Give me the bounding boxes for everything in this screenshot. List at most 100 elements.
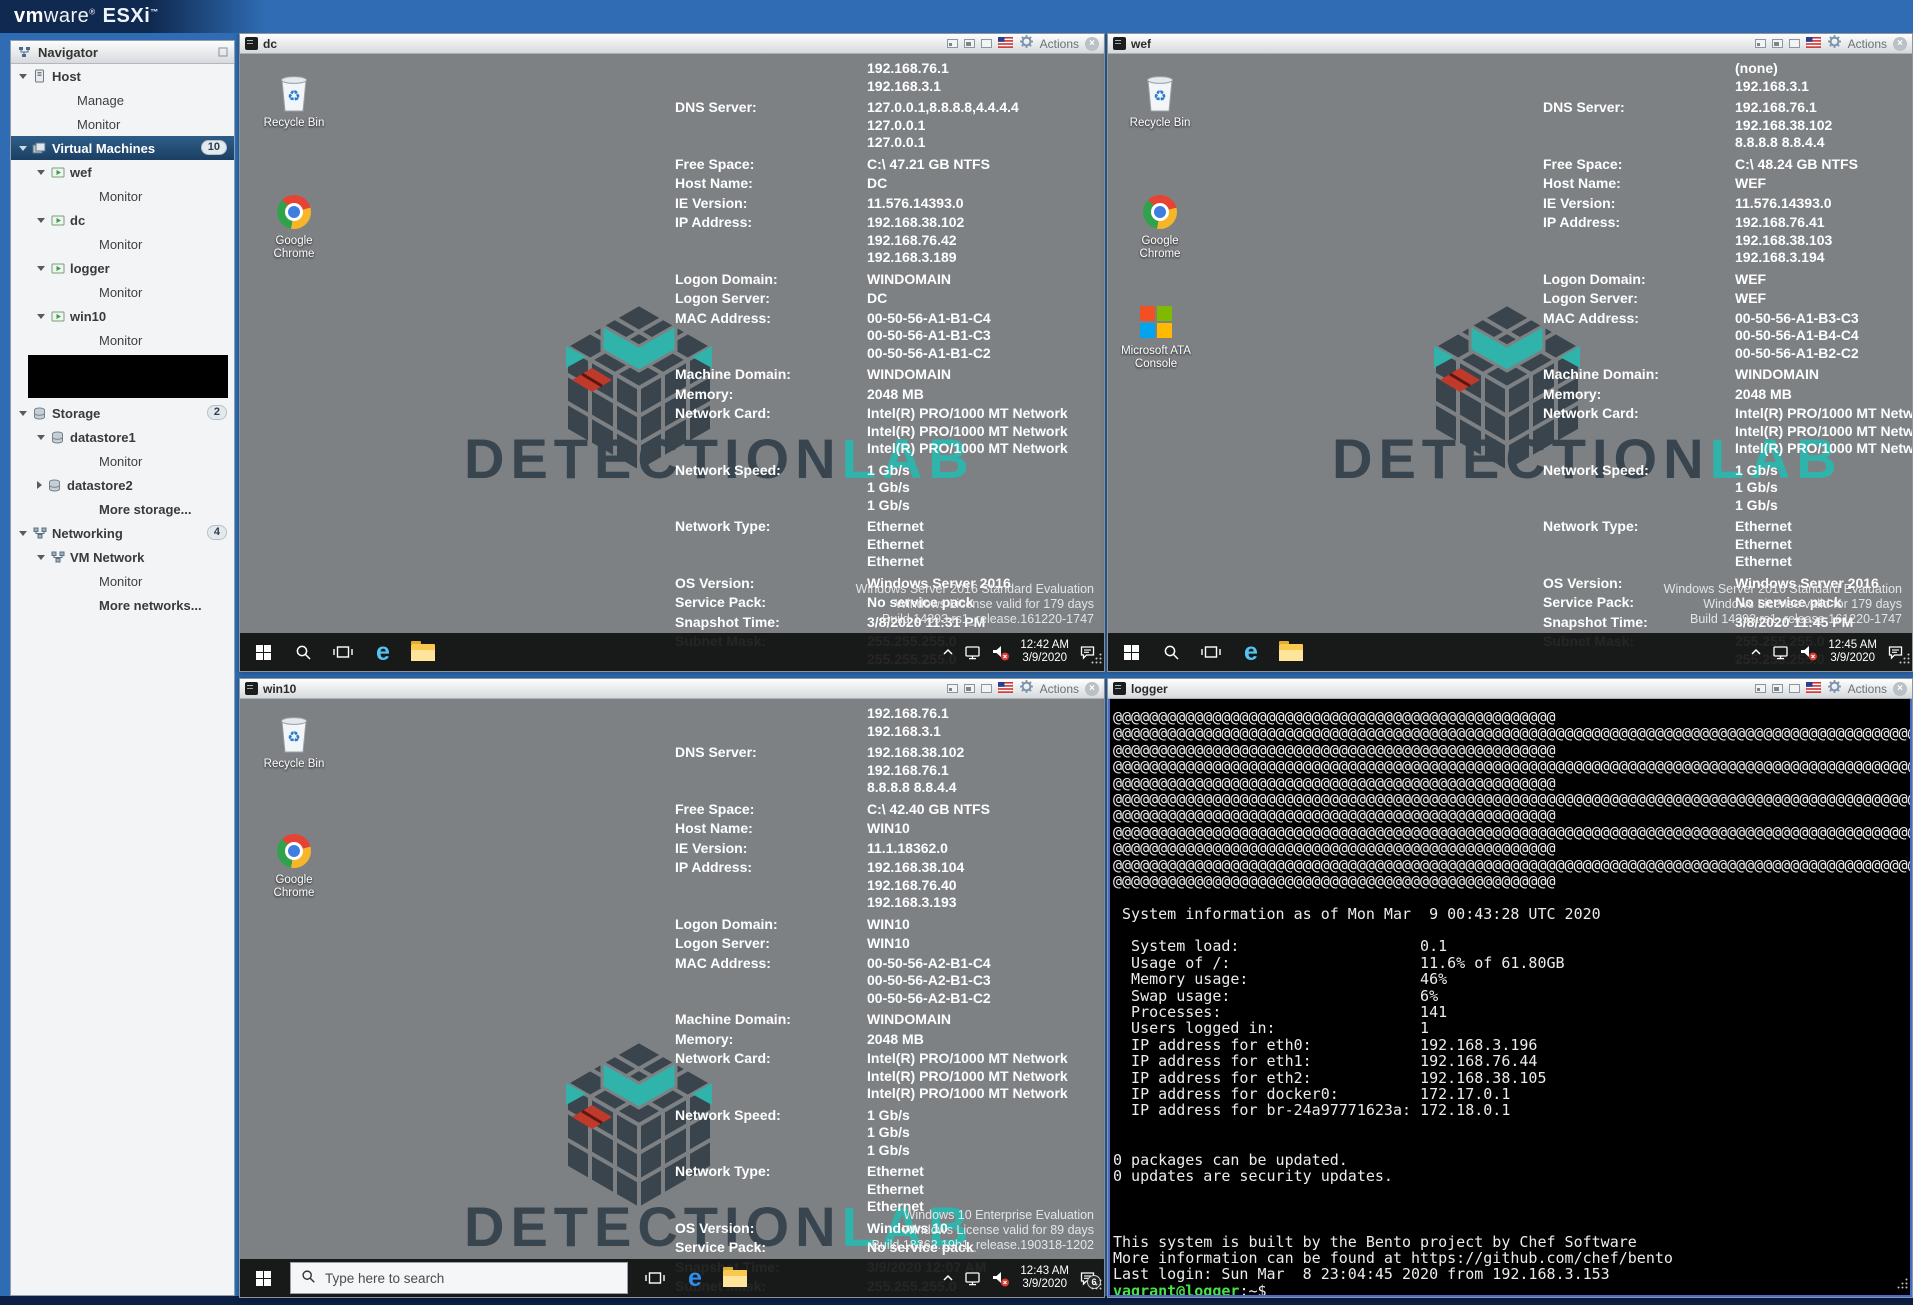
sidebar-item-monitor[interactable]: Monitor xyxy=(11,112,234,136)
browser-button[interactable]: e xyxy=(1238,633,1264,671)
vm-console-screen-dc[interactable]: DETECTIONLAB♻Recycle BinGoogle Chrome192… xyxy=(240,54,1104,671)
task-view-button[interactable] xyxy=(330,633,356,671)
tray-network-icon[interactable] xyxy=(1772,645,1789,660)
sidebar-item-more-networks[interactable]: More networks... xyxy=(11,593,234,617)
file-explorer-button[interactable] xyxy=(410,633,436,671)
collapse-panel-icon[interactable] xyxy=(218,45,228,60)
taskbar-clock[interactable]: 12:43 AM3/9/2020 xyxy=(1020,1265,1069,1291)
resize-grip[interactable] xyxy=(1899,651,1910,669)
window-titlebar-win10[interactable]: win10Actions× xyxy=(240,679,1104,699)
actions-menu-button[interactable]: Actions xyxy=(1848,37,1887,51)
window-titlebar-wef[interactable]: wefActions× xyxy=(1108,34,1912,54)
tray-network-icon[interactable] xyxy=(964,1271,981,1286)
console-size-s3-button[interactable] xyxy=(981,39,992,48)
desktop-icon-recycle-bin[interactable]: ♻Recycle Bin xyxy=(256,715,332,771)
tray-volume-muted-icon[interactable] xyxy=(991,1270,1010,1287)
chevron-down-icon[interactable] xyxy=(37,218,45,223)
tray-network-icon[interactable] xyxy=(964,645,981,660)
navigator-header[interactable]: Navigator xyxy=(11,41,234,64)
file-explorer-button[interactable] xyxy=(1278,633,1304,671)
desktop-icon-recycle-bin[interactable]: ♻Recycle Bin xyxy=(1122,74,1198,130)
sidebar-item-dc[interactable]: dc xyxy=(11,208,234,232)
console-size-s1-button[interactable] xyxy=(1755,39,1766,48)
console-size-s1-button[interactable] xyxy=(947,39,958,48)
tray-chevron-up-icon[interactable] xyxy=(942,1273,954,1283)
keyboard-layout-flag-icon[interactable] xyxy=(998,35,1013,53)
desktop-icon-google-chrome[interactable]: Google Chrome xyxy=(256,831,332,900)
console-size-s3-button[interactable] xyxy=(1789,39,1800,48)
close-icon[interactable]: × xyxy=(1085,37,1099,51)
console-size-s2-button[interactable] xyxy=(964,684,975,693)
console-size-s3-button[interactable] xyxy=(1789,684,1800,693)
keyboard-layout-flag-icon[interactable] xyxy=(998,680,1013,698)
chevron-down-icon[interactable] xyxy=(19,146,27,151)
taskbar-search-input[interactable]: Type here to search xyxy=(290,1262,628,1294)
sidebar-item-monitor[interactable]: Monitor xyxy=(11,280,234,304)
sidebar-item-host[interactable]: Host xyxy=(11,64,234,88)
tray-volume-muted-icon[interactable] xyxy=(1799,644,1818,661)
actions-menu-button[interactable]: Actions xyxy=(1040,682,1079,696)
file-explorer-button[interactable] xyxy=(722,1259,748,1297)
task-view-button[interactable] xyxy=(642,1259,668,1297)
window-titlebar-logger[interactable]: loggerActions× xyxy=(1108,679,1912,699)
gear-icon[interactable] xyxy=(1019,34,1034,54)
sidebar-item-monitor[interactable]: Monitor xyxy=(11,328,234,352)
logger-terminal-screen[interactable]: @@@@@@@@@@@@@@@@@@@@@@@@@@@@@@@@@@@@@@@@… xyxy=(1108,699,1912,1297)
desktop-icon-google-chrome[interactable]: Google Chrome xyxy=(1122,192,1198,261)
sidebar-item-networking[interactable]: Networking4 xyxy=(11,521,234,545)
resize-grip[interactable] xyxy=(1897,1275,1908,1293)
tray-volume-muted-icon[interactable] xyxy=(991,644,1010,661)
tray-chevron-up-icon[interactable] xyxy=(1750,647,1762,657)
gear-icon[interactable] xyxy=(1827,679,1842,699)
tray-chevron-up-icon[interactable] xyxy=(942,647,954,657)
console-size-s2-button[interactable] xyxy=(964,39,975,48)
gear-icon[interactable] xyxy=(1827,34,1842,54)
console-size-s3-button[interactable] xyxy=(981,684,992,693)
console-size-s2-button[interactable] xyxy=(1772,684,1783,693)
actions-menu-button[interactable]: Actions xyxy=(1040,37,1079,51)
chevron-down-icon[interactable] xyxy=(37,170,45,175)
desktop-icon-microsoft-ata-console[interactable]: Microsoft ATA Console xyxy=(1118,302,1194,371)
chevron-down-icon[interactable] xyxy=(37,435,45,440)
search-button[interactable] xyxy=(1158,633,1184,671)
vm-console-screen-wef[interactable]: DETECTIONLAB♻Recycle BinGoogle ChromeMic… xyxy=(1108,54,1912,671)
sidebar-item-virtual-machines[interactable]: Virtual Machines10 xyxy=(11,136,234,160)
resize-grip[interactable] xyxy=(1091,1277,1102,1295)
window-titlebar-dc[interactable]: dcActions× xyxy=(240,34,1104,54)
sidebar-item-vm-network[interactable]: VM Network xyxy=(11,545,234,569)
close-icon[interactable]: × xyxy=(1893,37,1907,51)
sidebar-item-datastore1[interactable]: datastore1 xyxy=(11,425,234,449)
sidebar-item-monitor[interactable]: Monitor xyxy=(11,449,234,473)
start-button[interactable] xyxy=(250,1259,276,1297)
chevron-down-icon[interactable] xyxy=(37,314,45,319)
sidebar-item-more-storage[interactable]: More storage... xyxy=(11,497,234,521)
console-size-s1-button[interactable] xyxy=(947,684,958,693)
actions-menu-button[interactable]: Actions xyxy=(1848,682,1887,696)
browser-button[interactable]: e xyxy=(682,1259,708,1297)
sidebar-item-storage[interactable]: Storage2 xyxy=(11,401,234,425)
chevron-right-icon[interactable] xyxy=(37,481,42,489)
keyboard-layout-flag-icon[interactable] xyxy=(1806,35,1821,53)
sidebar-item-monitor[interactable]: Monitor xyxy=(11,569,234,593)
chevron-down-icon[interactable] xyxy=(19,411,27,416)
taskbar-clock[interactable]: 12:45 AM3/9/2020 xyxy=(1828,639,1877,665)
desktop-icon-recycle-bin[interactable]: ♻Recycle Bin xyxy=(256,74,332,130)
vm-console-screen-win10[interactable]: DETECTIONLAB♻Recycle BinGoogle Chrome192… xyxy=(240,699,1104,1297)
keyboard-layout-flag-icon[interactable] xyxy=(1806,680,1821,698)
search-button[interactable] xyxy=(290,633,316,671)
chevron-down-icon[interactable] xyxy=(37,266,45,271)
sidebar-item-wef[interactable]: wef xyxy=(11,160,234,184)
close-icon[interactable]: × xyxy=(1085,682,1099,696)
sidebar-item-logger[interactable]: logger xyxy=(11,256,234,280)
sidebar-item-datastore2[interactable]: datastore2 xyxy=(11,473,234,497)
taskbar-clock[interactable]: 12:42 AM3/9/2020 xyxy=(1020,639,1069,665)
browser-button[interactable]: e xyxy=(370,633,396,671)
chevron-down-icon[interactable] xyxy=(19,74,27,79)
console-size-s2-button[interactable] xyxy=(1772,39,1783,48)
gear-icon[interactable] xyxy=(1019,679,1034,699)
chevron-down-icon[interactable] xyxy=(37,555,45,560)
sidebar-item-win10[interactable]: win10 xyxy=(11,304,234,328)
sidebar-item-monitor[interactable]: Monitor xyxy=(11,232,234,256)
console-size-s1-button[interactable] xyxy=(1755,684,1766,693)
close-icon[interactable]: × xyxy=(1893,682,1907,696)
